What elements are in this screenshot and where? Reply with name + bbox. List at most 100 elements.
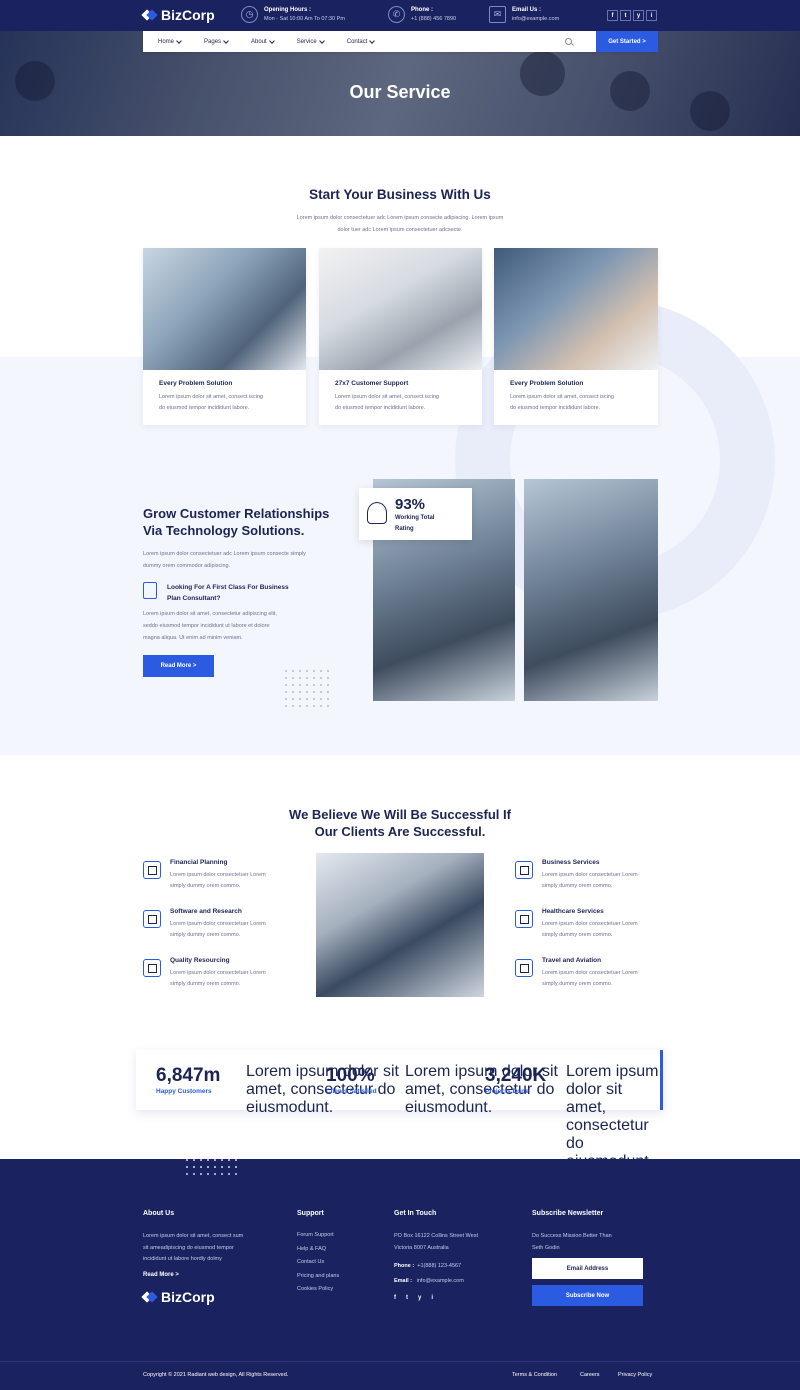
link-terms[interactable]: Terms & Condition bbox=[512, 1372, 557, 1378]
brand-logo[interactable]: BizCorp bbox=[141, 7, 215, 23]
feature-business-services: Business Services Lorem ipsum dolor conse… bbox=[515, 859, 638, 892]
footer-about-title: About Us bbox=[143, 1210, 175, 1217]
newsletter-text: Do Success Mission Better Than Seth Godin bbox=[532, 1233, 612, 1251]
box-gear-icon bbox=[143, 910, 161, 928]
office-image-right bbox=[524, 479, 658, 701]
footer-read-more-link[interactable]: Read More > bbox=[143, 1272, 179, 1278]
phone-title: Phone : bbox=[411, 7, 433, 13]
clock-icon: ◷ bbox=[241, 6, 258, 23]
opening-hours: ◷ Opening Hours : Mon - Sat 10:00 Am To … bbox=[241, 5, 345, 24]
believe-title: We Believe We Will Be Successful If Our C… bbox=[289, 807, 511, 839]
brand-name: BizCorp bbox=[161, 7, 215, 23]
card-title: Every Problem Solution bbox=[159, 380, 233, 387]
stat-clients-satisfied: 100% Clients Satisfied bbox=[326, 1065, 377, 1095]
card-title: 27x7 Customer Support bbox=[335, 380, 409, 387]
start-section-title: Start Your Business With Us bbox=[309, 187, 491, 202]
footer-support-title: Support bbox=[297, 1210, 324, 1217]
youtube-icon[interactable]: y bbox=[633, 10, 644, 21]
rating-value: 93% bbox=[395, 496, 426, 513]
grow-intro: Lorem ipsum dolor consectetuer adc Lorem… bbox=[143, 551, 306, 569]
twitter-icon[interactable]: t bbox=[406, 1295, 408, 1301]
support-links: Forum Support Help & FAQ Contact Us Pric… bbox=[297, 1229, 339, 1297]
service-card[interactable]: 27x7 Customer Support Lorem ipsum dolor … bbox=[319, 248, 482, 425]
stat-happy-customers: 6,847m Happy Customers bbox=[156, 1065, 221, 1095]
hours-title: Opening Hours : bbox=[264, 7, 311, 13]
copyright: Copyright © 2021 Radiant web design, All… bbox=[143, 1372, 289, 1378]
phone-value[interactable]: +1 (888) 456 7890 bbox=[411, 15, 456, 24]
nav-home[interactable]: Home bbox=[158, 39, 181, 45]
grow-paragraph: Lorem ipsum dolor sit amet, consectetur … bbox=[143, 611, 277, 641]
consultant-title: Looking For A First Class For Business Pl… bbox=[167, 584, 289, 602]
logo-mark-icon bbox=[141, 1291, 158, 1303]
calculator-icon bbox=[143, 861, 161, 879]
feature-software-research: Software and Research Lorem ipsum dolor c… bbox=[143, 908, 266, 941]
instagram-icon[interactable]: i bbox=[646, 10, 657, 21]
link-privacy[interactable]: Privacy Policy bbox=[618, 1372, 652, 1378]
footer-about-text: Lorem ipsum dolor sit amet, consect sum s… bbox=[143, 1233, 244, 1262]
read-more-button[interactable]: Read More > bbox=[143, 655, 214, 677]
rating-label: Working Total Rating bbox=[395, 515, 435, 532]
subscribe-button[interactable]: Subscribe Now bbox=[532, 1285, 643, 1306]
link-careers[interactable]: Careers bbox=[580, 1372, 600, 1378]
footer-email: Email : info@example.com bbox=[394, 1278, 464, 1284]
logo-mark-icon bbox=[141, 9, 158, 21]
footer-brand-name: BizCorp bbox=[161, 1289, 215, 1305]
email-title: Email Us : bbox=[512, 7, 542, 13]
footer-logo[interactable]: BizCorp bbox=[141, 1289, 215, 1305]
facebook-icon[interactable]: f bbox=[607, 10, 618, 21]
footer-dot-pattern bbox=[186, 1159, 242, 1180]
phone-icon: ✆ bbox=[388, 6, 405, 23]
card-image bbox=[319, 248, 482, 370]
footer bbox=[0, 1159, 800, 1390]
support-agent-icon bbox=[367, 502, 387, 524]
link-forum-support[interactable]: Forum Support bbox=[297, 1229, 339, 1243]
grow-title: Grow Customer Relationships Via Technolog… bbox=[143, 506, 330, 538]
service-card[interactable]: Every Problem Solution Lorem ipsum dolor… bbox=[494, 248, 658, 425]
youtube-icon[interactable]: y bbox=[418, 1295, 421, 1301]
email-value[interactable]: info@example.com bbox=[512, 15, 559, 24]
airport-icon bbox=[515, 959, 533, 977]
search-icon[interactable] bbox=[565, 38, 572, 45]
hours-value: Mon - Sat 10:00 Am To 07:30 Pm bbox=[264, 16, 345, 22]
stat-projects-done: 3,240K Projects Done bbox=[485, 1065, 547, 1095]
start-intro-2: dolor tuer adc Lorem ipsum consectetuer … bbox=[337, 227, 463, 233]
footer-address: PO Box 16122 Collins Street West Victoria… bbox=[394, 1233, 478, 1251]
footer-touch-title: Get In Touch bbox=[394, 1210, 437, 1217]
card-image bbox=[143, 248, 306, 370]
service-card[interactable]: Every Problem Solution Lorem ipsum dolor… bbox=[143, 248, 306, 425]
card-image bbox=[494, 248, 658, 370]
dot-pattern bbox=[285, 670, 334, 712]
email-info: ✉ Email Us : info@example.com bbox=[489, 5, 559, 24]
newsletter-email-input[interactable]: Email Address bbox=[532, 1258, 643, 1279]
stat-description: Lorem ipsum dolor sit amet, consectetur d… bbox=[566, 1063, 659, 1170]
nav-pages[interactable]: Pages bbox=[204, 39, 228, 45]
feature-financial-planning: Financial Planning Lorem ipsum dolor cons… bbox=[143, 859, 266, 892]
card-text: Lorem ipsum dolor sit amet, consect isci… bbox=[335, 394, 439, 411]
twitter-icon[interactable]: t bbox=[620, 10, 631, 21]
main-nav: Home Pages About Service Contact bbox=[143, 31, 658, 52]
social-links: f t y i bbox=[607, 10, 657, 21]
nav-contact[interactable]: Contact bbox=[347, 39, 375, 45]
nav-service[interactable]: Service bbox=[297, 39, 324, 45]
document-icon bbox=[143, 582, 157, 599]
link-contact-us[interactable]: Contact Us bbox=[297, 1256, 339, 1270]
nav-about[interactable]: About bbox=[251, 39, 274, 45]
phone-info: ✆ Phone : +1 (888) 456 7890 bbox=[388, 5, 456, 24]
feature-travel-aviation: Travel and Aviation Lorem ipsum dolor con… bbox=[515, 957, 638, 990]
card-text: Lorem ipsum dolor sit amet, consect isci… bbox=[159, 394, 263, 411]
rating-card: 93% Working Total Rating bbox=[359, 488, 472, 540]
envelope-icon: ✉ bbox=[489, 6, 506, 23]
facebook-icon[interactable]: f bbox=[394, 1295, 396, 1301]
hand-gear-icon bbox=[143, 959, 161, 977]
growth-chart-icon bbox=[515, 861, 533, 879]
footer-divider bbox=[0, 1361, 800, 1362]
link-cookies-policy[interactable]: Cookies Policy bbox=[297, 1283, 339, 1297]
page-title: Our Service bbox=[349, 82, 451, 102]
footer-social-links: f t y i bbox=[394, 1295, 433, 1301]
instagram-icon[interactable]: i bbox=[431, 1295, 433, 1301]
link-pricing-plans[interactable]: Pricing and plans bbox=[297, 1270, 339, 1284]
link-help-faq[interactable]: Help & FAQ bbox=[297, 1243, 339, 1257]
start-intro-1: Lorem ipsum dolor consectetuer adc Lorem… bbox=[296, 215, 504, 221]
get-started-button[interactable]: Get Started > bbox=[596, 31, 658, 52]
card-text: Lorem ipsum dolor sit amet, consect isci… bbox=[510, 394, 614, 411]
